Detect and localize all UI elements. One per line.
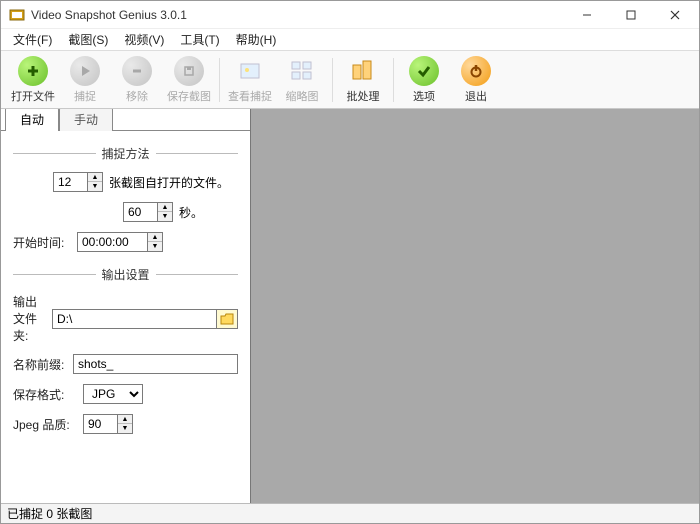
format-select[interactable]: JPG (83, 384, 143, 404)
spin-up[interactable]: ▲ (148, 233, 162, 242)
view-icon (235, 56, 265, 86)
prefix-input[interactable] (73, 354, 238, 374)
exit-button[interactable]: 退出 (450, 54, 502, 106)
menu-file[interactable]: 文件(F) (5, 29, 60, 50)
tab-manual[interactable]: 手动 (59, 109, 113, 131)
output-folder-row: 输出文件夹: (13, 293, 238, 344)
options-button[interactable]: 选项 (398, 54, 450, 106)
check-icon (409, 56, 439, 86)
plus-icon (18, 56, 48, 86)
status-text: 已捕捉 0 张截图 (7, 505, 92, 522)
save-button[interactable]: 保存截图 (163, 54, 215, 106)
tabstrip: 自动 手动 (1, 109, 250, 131)
capture-method-header: 捕捉方法 (13, 145, 238, 162)
shots-count-input[interactable] (53, 172, 87, 192)
start-time-input[interactable] (77, 232, 147, 252)
settings-pane: 自动 手动 捕捉方法 ▲▼ 张截图自打开的文件。 ▲▼ (1, 109, 251, 503)
statusbar: 已捕捉 0 张截图 (1, 503, 699, 523)
view-capture-button[interactable]: 查看捕捉 (224, 54, 276, 106)
interval-row: ▲▼ 秒。 (13, 202, 238, 222)
maximize-button[interactable] (609, 1, 653, 29)
toolbar-separator (393, 58, 394, 102)
menubar: 文件(F) 截图(S) 视频(V) 工具(T) 帮助(H) (1, 29, 699, 51)
menu-video[interactable]: 视频(V) (116, 29, 172, 50)
capture-button[interactable]: 捕捉 (59, 54, 111, 106)
menu-tools[interactable]: 工具(T) (172, 29, 227, 50)
minimize-button[interactable] (565, 1, 609, 29)
toolbar: 打开文件 捕捉 移除 保存截图 查看捕捉 缩略图 批处理 选项 退出 (1, 51, 699, 109)
output-settings-header: 输出设置 (13, 266, 238, 283)
power-icon (461, 56, 491, 86)
thumbnails-icon (287, 56, 317, 86)
shots-count-spinner[interactable]: ▲▼ (53, 172, 103, 192)
window-title: Video Snapshot Genius 3.0.1 (31, 8, 565, 22)
spin-down[interactable]: ▼ (88, 182, 102, 191)
prefix-row: 名称前缀: (13, 354, 238, 374)
format-row: 保存格式: JPG (13, 384, 238, 404)
shots-row: ▲▼ 张截图自打开的文件。 (13, 172, 238, 192)
quality-row: Jpeg 品质: ▲▼ (13, 414, 238, 434)
interval-suffix-label: 秒。 (179, 204, 203, 221)
prefix-label: 名称前缀: (13, 356, 67, 373)
spin-down[interactable]: ▼ (118, 424, 132, 433)
start-time-row: 开始时间: ▲▼ (13, 232, 238, 252)
spin-up[interactable]: ▲ (88, 173, 102, 182)
interval-spinner[interactable]: ▲▼ (123, 202, 173, 222)
quality-label: Jpeg 品质: (13, 416, 77, 433)
batch-icon (348, 56, 378, 86)
folder-icon (220, 313, 234, 325)
toolbar-separator (219, 58, 220, 102)
output-folder-label: 输出文件夹: (13, 293, 46, 344)
play-icon (70, 56, 100, 86)
minus-icon (122, 56, 152, 86)
browse-folder-button[interactable] (216, 309, 238, 329)
close-button[interactable] (653, 1, 697, 29)
menu-snapshot[interactable]: 截图(S) (60, 29, 116, 50)
quality-spinner[interactable]: ▲▼ (83, 414, 133, 434)
spin-down[interactable]: ▼ (148, 242, 162, 251)
auto-panel: 捕捉方法 ▲▼ 张截图自打开的文件。 ▲▼ 秒。 开始时间: (1, 131, 250, 444)
thumbnails-button[interactable]: 缩略图 (276, 54, 328, 106)
batch-button[interactable]: 批处理 (337, 54, 389, 106)
output-folder-input[interactable] (52, 309, 216, 329)
app-icon (9, 7, 25, 23)
start-time-spinner[interactable]: ▲▼ (77, 232, 163, 252)
toolbar-separator (332, 58, 333, 102)
interval-input[interactable] (123, 202, 157, 222)
save-icon (174, 56, 204, 86)
shots-suffix-label: 张截图自打开的文件。 (109, 174, 229, 191)
open-file-button[interactable]: 打开文件 (7, 54, 59, 106)
spin-down[interactable]: ▼ (158, 212, 172, 221)
titlebar: Video Snapshot Genius 3.0.1 (1, 1, 699, 29)
menu-help[interactable]: 帮助(H) (228, 29, 285, 50)
start-time-label: 开始时间: (13, 234, 71, 251)
remove-button[interactable]: 移除 (111, 54, 163, 106)
quality-input[interactable] (83, 414, 117, 434)
main-area: 自动 手动 捕捉方法 ▲▼ 张截图自打开的文件。 ▲▼ (1, 109, 699, 503)
format-label: 保存格式: (13, 386, 77, 403)
tab-auto[interactable]: 自动 (5, 109, 59, 131)
spin-up[interactable]: ▲ (118, 415, 132, 424)
spin-up[interactable]: ▲ (158, 203, 172, 212)
preview-area (251, 109, 699, 503)
